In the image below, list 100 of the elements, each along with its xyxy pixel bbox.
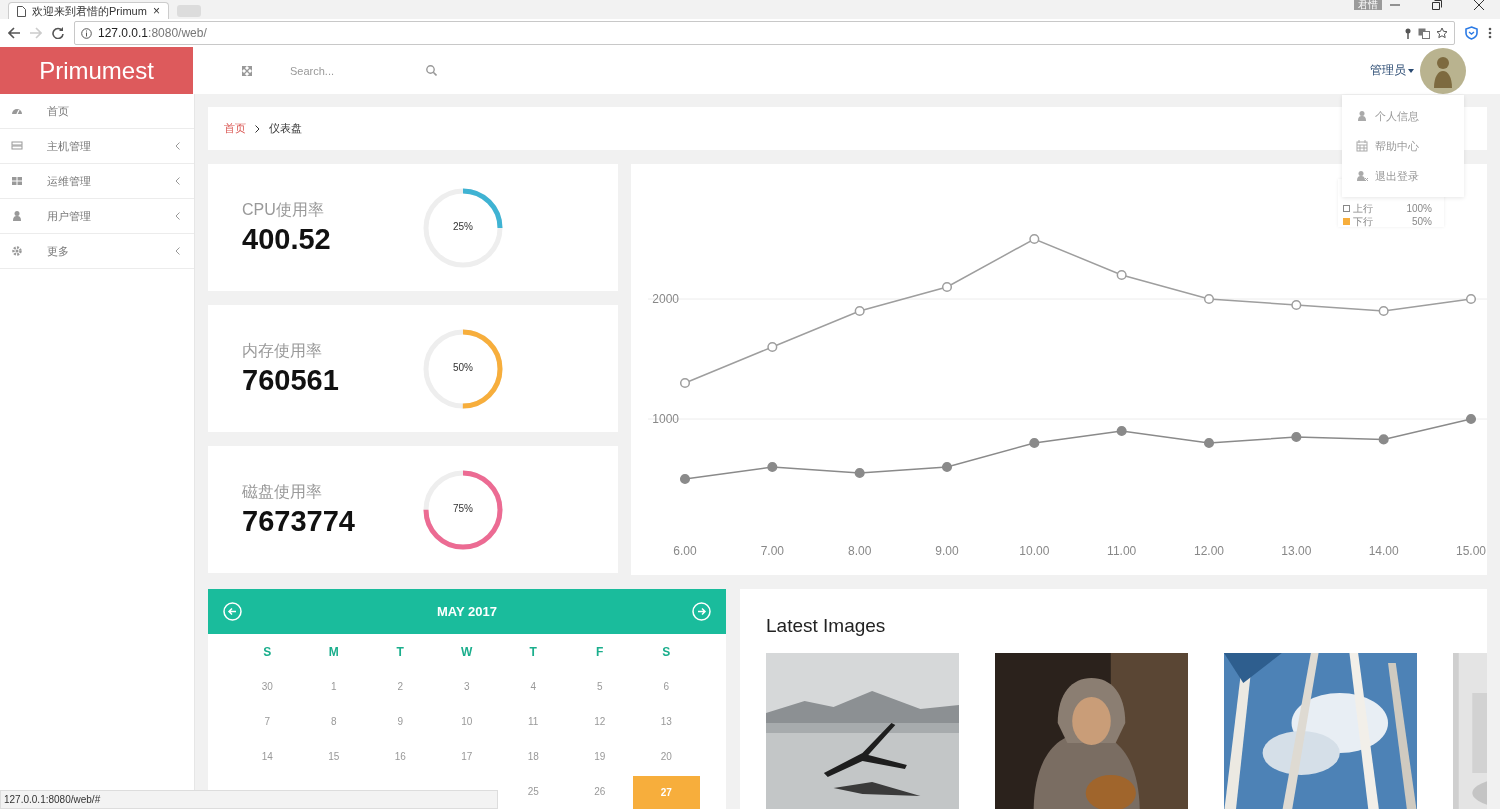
calendar-day[interactable]: 2 <box>367 669 434 704</box>
status-url: 127.0.0.1:8080/web/# <box>4 794 101 805</box>
calendar-day[interactable]: 16 <box>367 739 434 774</box>
stat-value: 760561 <box>242 363 340 397</box>
weekday-label: W <box>460 643 474 661</box>
grid-icon <box>11 175 23 187</box>
data-point <box>767 461 778 473</box>
separator-icon <box>255 124 260 133</box>
data-point <box>941 281 953 293</box>
avatar[interactable] <box>1420 47 1466 94</box>
legend-label: 上行 <box>1353 201 1373 216</box>
calendar-day[interactable]: 4 <box>500 669 567 704</box>
data-point <box>1203 437 1215 449</box>
calendar-day[interactable]: 12 <box>566 704 633 739</box>
calendar-day[interactable]: 27 <box>633 776 700 809</box>
close-icon[interactable] <box>1474 0 1484 10</box>
calendar-day[interactable]: 3 <box>433 669 500 704</box>
calendar-day[interactable]: 8 <box>300 704 367 739</box>
sidebar-item[interactable]: 运维管理 <box>0 164 194 199</box>
sidebar-item[interactable]: 主机管理 <box>0 129 194 164</box>
more-icon[interactable] <box>1488 27 1492 39</box>
calendar-day[interactable]: 19 <box>566 739 633 774</box>
data-point <box>1029 233 1040 245</box>
user-remove-icon <box>1356 170 1368 182</box>
calendar-day[interactable]: 18 <box>500 739 567 774</box>
x-tick-label: 15.00 <box>1456 544 1486 558</box>
legend-value: 100% <box>1406 203 1432 214</box>
percent-label: 25% <box>452 220 474 232</box>
data-point <box>1291 431 1302 443</box>
data-point <box>1029 437 1040 449</box>
calendar-day[interactable]: 15 <box>300 739 367 774</box>
shield-icon[interactable] <box>1465 26 1478 40</box>
stat-label: 磁盘使用率 <box>242 481 323 502</box>
y-tick-label: 1000 <box>652 412 679 426</box>
sidebar-item[interactable]: 更多 <box>0 234 194 269</box>
sidebar-item[interactable]: 首页 <box>0 94 194 129</box>
calendar-day[interactable]: 30 <box>234 669 301 704</box>
user-icon <box>11 210 23 222</box>
back-icon[interactable] <box>8 27 20 39</box>
calendar-day[interactable]: 6 <box>633 669 700 704</box>
calendar-day[interactable]: 25 <box>500 774 567 809</box>
user-menu-button[interactable]: 管理员 <box>1370 62 1414 79</box>
calendar-day[interactable]: 13 <box>633 704 700 739</box>
data-point <box>1116 425 1127 437</box>
calendar-day[interactable]: 20 <box>633 739 700 774</box>
month-title: MAY 2017 <box>437 604 497 619</box>
dropdown-item[interactable]: 帮助中心 <box>1342 131 1464 161</box>
data-point <box>767 341 778 353</box>
server-icon <box>11 140 23 152</box>
weekday-label: S <box>262 643 273 661</box>
data-point <box>854 305 865 317</box>
data-point <box>1291 299 1302 311</box>
calendar-day[interactable]: 26 <box>566 774 633 809</box>
data-point <box>854 467 865 479</box>
section-title: Latest Images <box>766 615 887 637</box>
weekday-label: T <box>528 643 538 661</box>
calendar-day[interactable]: 17 <box>433 739 500 774</box>
calendar-day[interactable]: 9 <box>367 704 434 739</box>
calendar-icon <box>1356 140 1368 152</box>
percent-label: 50% <box>452 361 474 373</box>
calendar-day[interactable]: 5 <box>566 669 633 704</box>
stat-value: 7673774 <box>242 504 356 538</box>
translate-icon[interactable] <box>1418 27 1430 39</box>
x-tick-label: 6.00 <box>673 544 697 558</box>
previous-month-button[interactable] <box>223 602 242 621</box>
data-point <box>941 461 953 473</box>
next-month-button[interactable] <box>692 602 711 621</box>
key-icon[interactable] <box>1404 27 1412 39</box>
address-bar[interactable]: 127.0.0.1:8080/web/ <box>74 21 1455 45</box>
fullscreen-icon[interactable] <box>242 65 252 76</box>
weekday-label: M <box>327 643 340 661</box>
reload-icon[interactable] <box>52 27 64 39</box>
breadcrumb-link[interactable]: 首页 <box>224 121 246 136</box>
x-tick-label: 9.00 <box>935 544 959 558</box>
calendar-day[interactable]: 11 <box>500 704 567 739</box>
search-field[interactable]: Search... <box>290 64 426 77</box>
star-icon[interactable] <box>1436 27 1448 39</box>
dropdown-item[interactable]: 退出登录 <box>1342 161 1464 191</box>
x-tick-label: 14.00 <box>1368 544 1399 558</box>
restore-icon[interactable] <box>1432 0 1442 10</box>
data-point <box>1203 293 1215 305</box>
data-point <box>679 377 691 389</box>
sidebar-item[interactable]: 用户管理 <box>0 199 194 234</box>
calendar-day[interactable]: 10 <box>433 704 500 739</box>
calendar-day[interactable]: 7 <box>234 704 301 739</box>
stat-value: 400.52 <box>242 222 332 256</box>
x-tick-label: 10.00 <box>1019 544 1050 558</box>
app-logo[interactable]: Primumest <box>0 47 193 94</box>
dropdown-item[interactable]: 个人信息 <box>1342 101 1464 131</box>
caret-icon <box>1408 68 1414 73</box>
profile-badge[interactable]: 君惜 <box>1354 0 1382 10</box>
calendar-day[interactable]: 1 <box>300 669 367 704</box>
calendar-day[interactable]: 14 <box>234 739 301 774</box>
y-tick-label: 2000 <box>652 292 679 306</box>
search-icon[interactable] <box>426 65 437 76</box>
x-tick-label: 11.00 <box>1107 544 1137 558</box>
data-point <box>1465 293 1477 305</box>
close-tab-button[interactable]: × <box>152 4 160 18</box>
browser-tab[interactable]: 欢迎来到君惜的Primum × <box>8 2 169 19</box>
stat-label: 内存使用率 <box>242 340 323 361</box>
